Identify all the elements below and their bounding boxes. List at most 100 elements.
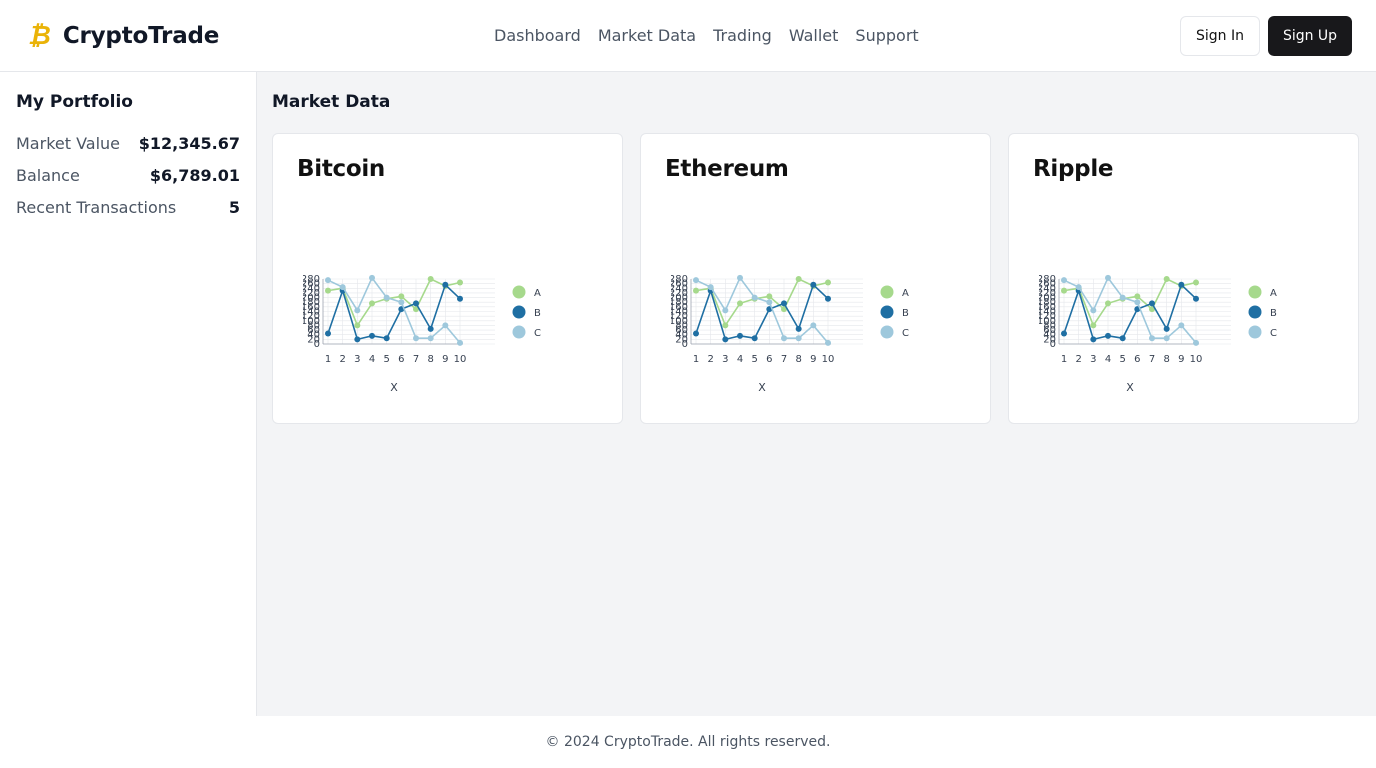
- legend-marker-c: [880, 325, 894, 339]
- data-point-c: [369, 274, 375, 281]
- data-point-a: [1090, 322, 1097, 329]
- chart-bitcoin: 0204060801001201401601802002202402602801…: [303, 274, 541, 394]
- x-tick-label: 10: [454, 354, 467, 365]
- data-point-b: [1178, 281, 1185, 288]
- sign-in-button[interactable]: Sign In: [1180, 16, 1260, 56]
- section-title: Market Data: [272, 92, 391, 112]
- data-point-a: [1163, 276, 1170, 282]
- legend-marker-b: [880, 305, 894, 319]
- market-card-ripple: Ripple 0 20 40 60 80 100 120 140 160 180 200 220 240…: [1008, 133, 1359, 424]
- nav-wallet[interactable]: Wallet: [789, 24, 839, 48]
- x-tick-label: 9: [810, 354, 816, 365]
- data-point-a: [795, 276, 802, 282]
- x-tick-label: 5: [383, 354, 389, 365]
- data-point-b: [442, 281, 449, 288]
- stat-recent-transactions: Recent Transactions 5: [16, 198, 240, 217]
- x-tick-label: 6: [398, 354, 404, 365]
- market-card-bitcoin: Bitcoin 0 20 40 60 80 100 120 140 160 180 200 220 24…: [272, 133, 623, 424]
- market-card-ethereum: Ethereum 0 20 40 60 80 100 120 140 160 180 200 220 2…: [640, 133, 991, 424]
- data-point-b: [1090, 336, 1097, 343]
- x-tick-label: 7: [413, 354, 419, 365]
- main-content: Market Data Bitcoin 0 20 40 60 80 100 120 140 16…: [257, 72, 1376, 716]
- data-point-c: [810, 322, 817, 329]
- legend-marker-a: [1248, 285, 1262, 299]
- data-point-b: [795, 325, 802, 332]
- data-point-b: [825, 295, 831, 302]
- data-point-a: [369, 300, 375, 307]
- data-point-c: [1193, 339, 1199, 346]
- data-point-c: [1178, 322, 1185, 329]
- data-point-a: [1061, 287, 1067, 294]
- data-point-b: [457, 295, 463, 302]
- data-point-a: [457, 279, 463, 286]
- data-point-a: [722, 322, 729, 329]
- stat-balance: Balance $6,789.01: [16, 166, 240, 185]
- top-navbar: ₿ CryptoTrade Dashboard Market Data Trad…: [0, 0, 1376, 72]
- y-tick-label: 280: [303, 274, 320, 285]
- main-nav: Dashboard Market Data Trading Wallet Sup…: [494, 24, 919, 48]
- legend-label: C: [902, 328, 909, 339]
- data-point-c: [325, 277, 331, 284]
- legend-marker-c: [512, 325, 526, 339]
- data-point-c: [354, 307, 361, 314]
- data-point-c: [693, 277, 699, 284]
- stat-label: Balance: [16, 166, 80, 185]
- x-axis-label: X: [758, 381, 766, 394]
- data-point-b: [383, 335, 390, 342]
- x-tick-label: 5: [751, 354, 757, 365]
- x-tick-label: 1: [693, 354, 699, 365]
- legend-marker-b: [1248, 305, 1262, 319]
- x-tick-label: 3: [354, 354, 360, 365]
- data-point-c: [457, 339, 463, 346]
- card-title: Ripple: [1033, 156, 1114, 182]
- nav-dashboard[interactable]: Dashboard: [494, 24, 581, 48]
- bitcoin-icon: ₿: [28, 21, 51, 51]
- sign-up-button[interactable]: Sign Up: [1268, 16, 1352, 56]
- data-point-c: [1149, 335, 1155, 342]
- x-tick-label: 9: [442, 354, 448, 365]
- legend-marker-b: [512, 305, 526, 319]
- data-point-a: [737, 300, 743, 307]
- nav-market-data[interactable]: Market Data: [598, 24, 696, 48]
- x-tick-label: 5: [1119, 354, 1125, 365]
- brand[interactable]: ₿ CryptoTrade: [28, 18, 219, 54]
- x-tick-label: 6: [766, 354, 772, 365]
- x-tick-label: 7: [1149, 354, 1155, 365]
- stat-value: $12,345.67: [138, 134, 240, 153]
- portfolio-title: My Portfolio: [16, 92, 133, 112]
- y-tick-label: 280: [1039, 274, 1056, 285]
- data-point-a: [427, 276, 434, 282]
- data-point-a: [825, 279, 831, 286]
- data-point-c: [825, 339, 831, 346]
- x-tick-label: 7: [781, 354, 787, 365]
- nav-trading[interactable]: Trading: [713, 24, 772, 48]
- legend-label: C: [534, 328, 541, 339]
- x-tick-label: 10: [822, 354, 835, 365]
- data-point-c: [1061, 277, 1067, 284]
- legend-label: B: [902, 308, 909, 319]
- legend-label: B: [1270, 308, 1277, 319]
- x-tick-label: 1: [1061, 354, 1067, 365]
- data-point-a: [693, 287, 699, 294]
- data-point-b: [413, 300, 419, 307]
- x-tick-label: 2: [1075, 354, 1081, 365]
- data-point-c: [1075, 284, 1082, 291]
- data-point-c: [383, 294, 390, 301]
- data-point-b: [693, 330, 699, 337]
- legend-label: A: [1270, 288, 1277, 299]
- x-tick-label: 2: [707, 354, 713, 365]
- stat-value: 5: [228, 198, 240, 217]
- data-point-b: [1163, 325, 1170, 332]
- data-point-c: [766, 299, 773, 306]
- data-point-c: [707, 284, 714, 291]
- data-point-b: [1119, 335, 1126, 342]
- nav-support[interactable]: Support: [855, 24, 918, 48]
- copyright-text: © 2024 CryptoTrade. All rights reserved.: [545, 734, 831, 750]
- portfolio-sidebar: My Portfolio Market Value $12,345.67 Bal…: [0, 72, 257, 716]
- legend-label: A: [902, 288, 909, 299]
- data-point-c: [722, 307, 729, 314]
- legend-label: A: [534, 288, 541, 299]
- x-tick-label: 4: [369, 354, 375, 365]
- data-point-a: [1134, 293, 1141, 300]
- stat-label: Market Value: [16, 134, 121, 153]
